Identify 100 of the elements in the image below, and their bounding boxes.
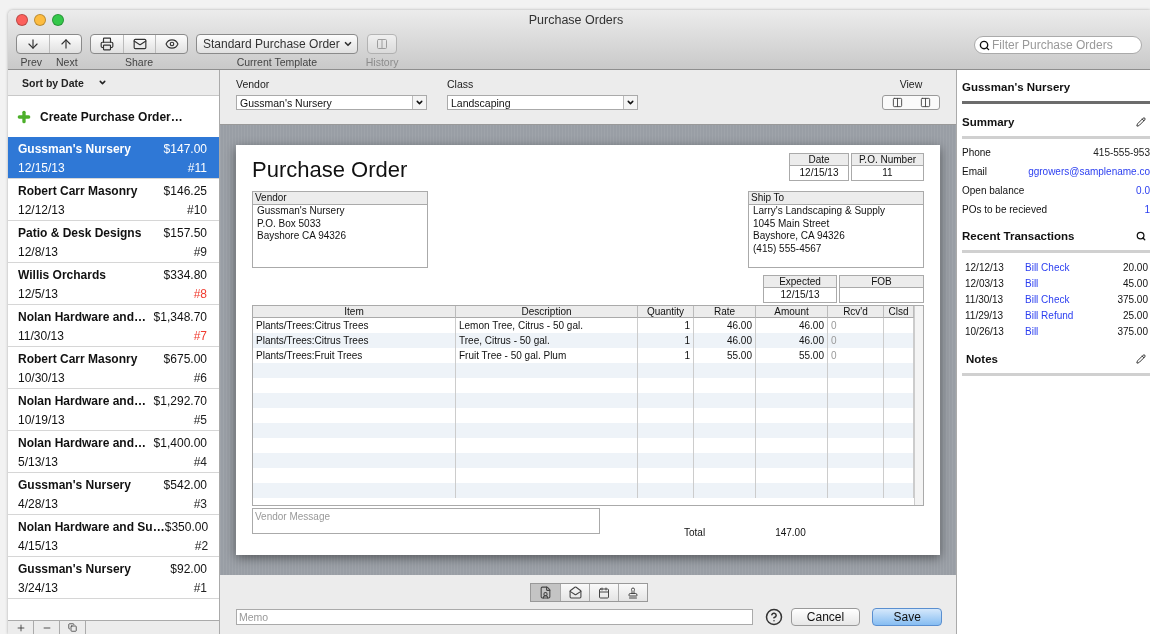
address-line: Gussman's Nursery [256,205,346,218]
order-date: 12/12/13 [18,203,66,219]
view-label: View [899,78,923,90]
po-number-header: P.O. Number [851,153,924,166]
column-header: Rate [694,306,756,318]
transaction-date: 12/03/13 [965,277,1005,289]
column-header: Amount [756,306,828,318]
transaction-link[interactable]: Bill [1025,325,1118,337]
transaction-link[interactable]: Bill Check [1025,293,1118,305]
vendor-name: Robert Carr Masonry [18,184,139,200]
cancel-button[interactable]: Cancel [790,608,861,626]
address-box[interactable]: Vendor Gussman's Nursery P.O. Box 5033 Bayshore CA 94326 [252,191,428,268]
summary-value: 415-555-953 [1093,147,1150,160]
date-header: Date [789,153,849,166]
order-number: #8 [192,287,207,303]
vendor-name: Nolan Hardware and Su… [18,520,165,536]
order-number: #7 [192,329,207,345]
order-amount: $1,292.70 [153,394,207,410]
search-field[interactable]: Filter Purchase Orders [974,36,1142,54]
summary-link[interactable]: 0.0 [1136,185,1150,198]
order-amount: $334.80 [163,268,207,284]
order-date: 10/19/13 [18,413,66,429]
transaction-amount: 45.00 [1122,277,1148,289]
order-amount: $92.00 [170,562,207,578]
transaction-amount: 20.00 [1122,261,1148,273]
window-title: Purchase Orders [527,13,625,27]
vendor-name: Nolan Hardware and… [18,310,148,326]
address-line: Bayshore CA 94326 [256,230,347,243]
transaction-link[interactable]: Bill Refund [1025,309,1123,321]
vendor-name: Nolan Hardware and… [18,394,148,410]
order-amount: $542.00 [163,478,207,494]
transaction-link[interactable]: Bill Check [1025,261,1123,273]
vendor-name: Gussman's Nursery [18,562,132,578]
summary-heading: Summary [962,116,1015,128]
expected-header: Expected [763,275,837,288]
total-value: 147.00 [775,527,806,538]
column-header: Clsd [884,306,914,318]
order-date: 10/30/13 [18,371,66,387]
save-button[interactable]: Save [872,608,942,626]
address-header: Vendor [253,192,427,205]
prev-label: Prev [20,56,42,68]
order-number: #11 [186,161,207,177]
order-amount: $157.50 [163,226,207,242]
address-header: Ship To [749,192,923,205]
class-dropdown[interactable]: Landscaping [447,95,638,110]
transaction-amount: 375.00 [1117,325,1148,337]
vendor-heading: Gussman's Nursery [962,81,1150,104]
order-number: #10 [185,203,207,219]
transaction-amount: 375.00 [1117,293,1148,305]
notes-heading: Notes [965,353,998,365]
summary-link[interactable]: 1 [1144,204,1150,217]
vendor-name: Gussman's Nursery [18,478,132,494]
summary-label: Open balance [962,185,1025,198]
share-label: Share [125,56,153,68]
summary-label: Phone [962,147,991,160]
order-amount: $1,400.00 [153,436,207,452]
vendor-dropdown[interactable]: Gussman's Nursery [236,95,427,110]
vendor-name: Gussman's Nursery [18,142,132,158]
history-label: History [365,56,399,68]
summary-link[interactable]: ggrowers@samplename.co [1028,166,1150,179]
transaction-date: 11/30/13 [965,293,1005,305]
order-date: 4/28/13 [18,497,60,513]
transaction-date: 10/26/13 [965,325,1005,337]
order-amount: $147.00 [163,142,207,158]
order-amount: $675.00 [163,352,207,368]
transaction-link[interactable]: Bill [1025,277,1123,289]
order-date: 11/30/13 [18,329,65,345]
column-header: Description [456,306,638,318]
fob-header: FOB [839,275,924,288]
order-number: #9 [192,245,207,261]
expected-value[interactable]: 12/15/13 [763,288,837,303]
template-dropdown[interactable]: Standard Purchase Order [196,34,358,54]
transaction-date: 11/29/13 [965,309,1005,321]
order-number: #6 [192,371,207,387]
column-header: Rcv'd [828,306,884,318]
order-amount: $1,348.70 [153,310,207,326]
order-number: #4 [192,455,207,471]
vendor-label: Vendor [236,78,271,90]
address-box[interactable]: Ship To Larry's Landscaping & Supply 1045 Main Street Bayshore, CA 94326 (415) 555-4567 [748,191,924,268]
order-date: 12/15/13 [18,161,66,177]
transactions-heading: Recent Transactions [962,230,1075,242]
order-number: #3 [192,497,207,513]
vendor-name: Patio & Desk Designs [18,226,143,242]
transaction-date: 12/12/13 [965,261,1005,273]
order-number: #5 [192,413,207,429]
order-date: 4/15/13 [18,539,60,555]
class-label: Class [447,78,475,90]
address-line: Larry's Landscaping & Supply [752,205,886,218]
po-number-value[interactable]: 11 [851,166,924,181]
order-amount: $146.25 [163,184,207,200]
order-amount: $350.00 [164,520,209,536]
date-value[interactable]: 12/15/13 [789,166,849,181]
vendor-message-field[interactable]: Vendor Message [252,508,600,534]
column-header: Item [253,306,456,318]
total-label: Total [684,527,706,538]
order-date: 3/24/13 [18,581,60,597]
purchase-order-item[interactable]: Gussman's Nursery $147.00 12/15/13 #11 [8,137,219,179]
vendor-name: Willis Orchards [18,268,107,284]
next-label: Next [56,56,78,68]
memo-field[interactable]: Memo [236,609,753,625]
